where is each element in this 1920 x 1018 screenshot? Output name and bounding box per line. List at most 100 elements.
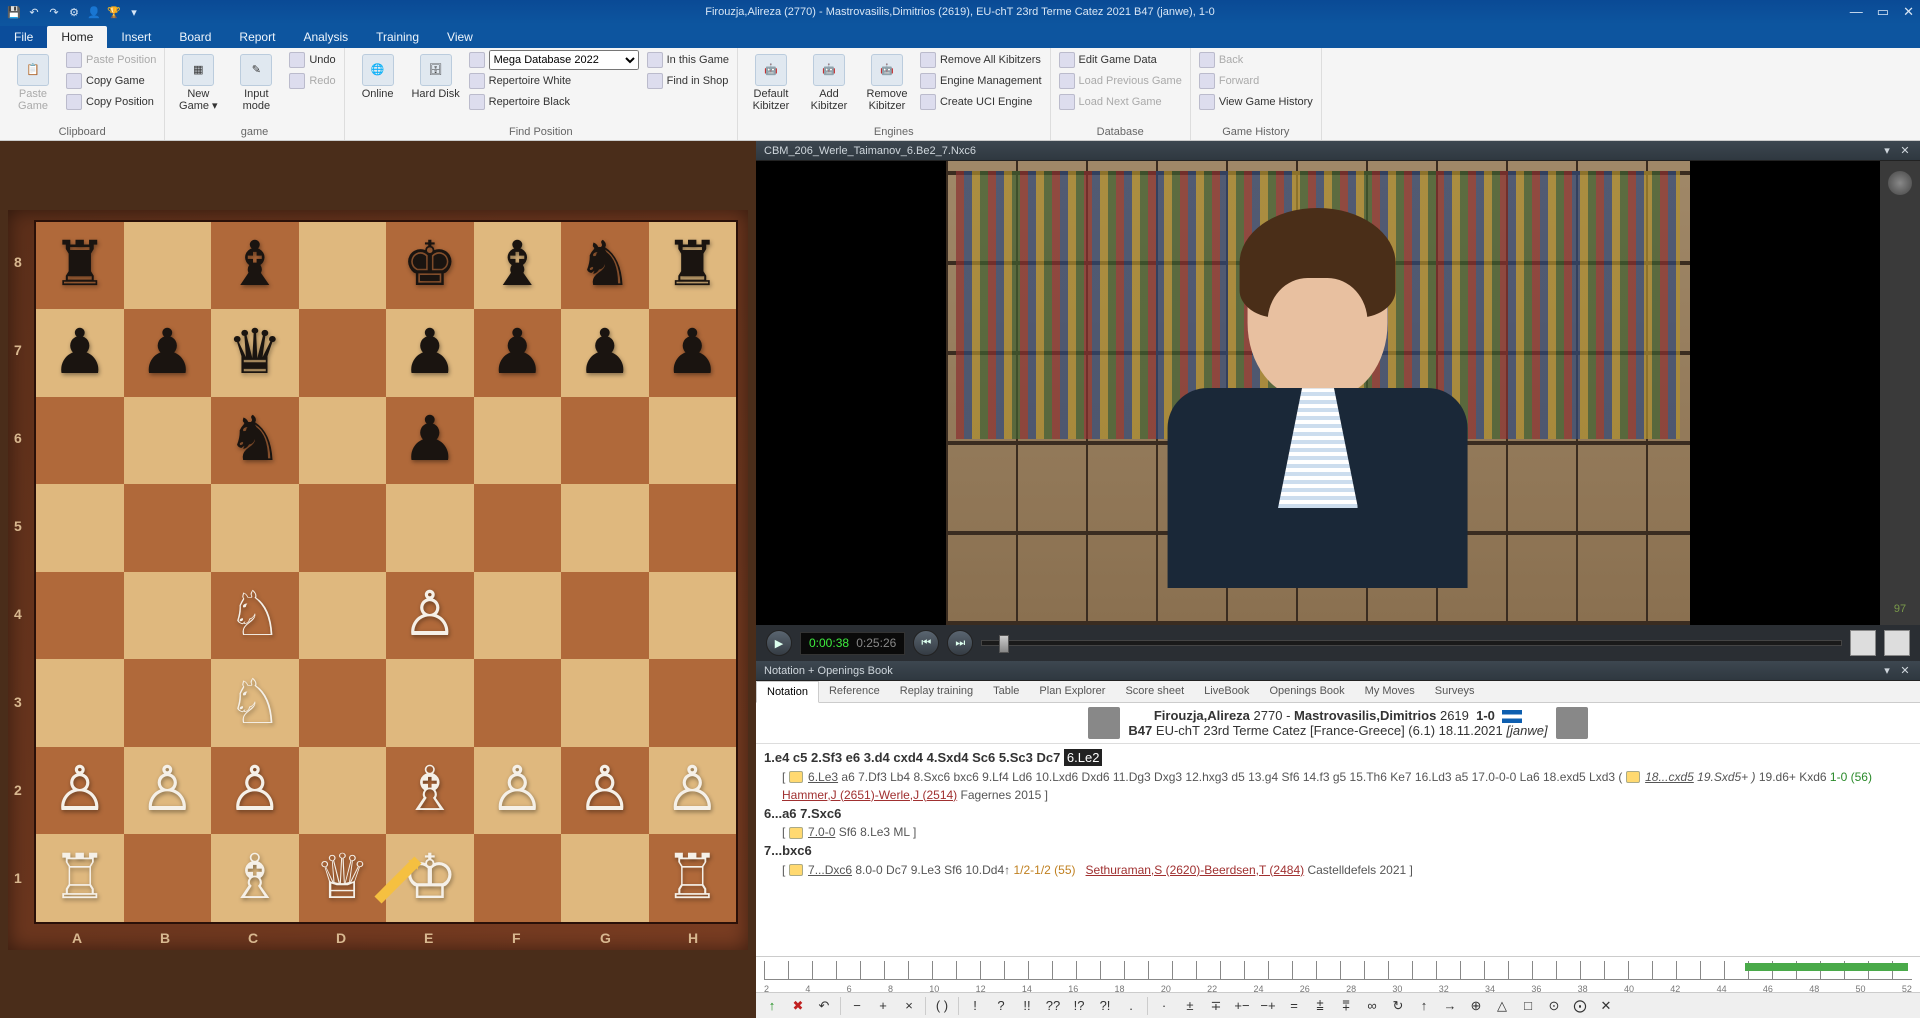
square-b5[interactable] <box>124 484 212 572</box>
in-this-game-button[interactable]: In this Game <box>645 50 731 70</box>
save-icon[interactable]: 💾 <box>6 4 22 20</box>
chessboard[interactable]: ♜♝♚♝♞♜♟♟♛♟♟♟♟♞♟♘♙♘♙♙♙♗♙♙♙♖♗♕♔♖ <box>34 220 738 924</box>
square-e3[interactable] <box>386 659 474 747</box>
sym-btn-22[interactable]: ∞ <box>1362 998 1382 1013</box>
load-previous-button[interactable]: Load Previous Game <box>1057 71 1184 91</box>
square-c5[interactable] <box>211 484 299 572</box>
square-d4[interactable] <box>299 572 387 660</box>
video-min-icon[interactable]: ▾ <box>1880 144 1894 157</box>
sym-btn-24[interactable]: ↑ <box>1414 998 1434 1013</box>
square-f5[interactable] <box>474 484 562 572</box>
square-b2[interactable]: ♙ <box>124 747 212 835</box>
notation-close-icon[interactable]: ✕ <box>1898 664 1912 677</box>
sym-btn-20[interactable]: ⩲ <box>1310 998 1330 1014</box>
repertoire-black-button[interactable]: Repertoire Black <box>467 92 641 112</box>
remove-all-kibitzers-button[interactable]: Remove All Kibitzers <box>918 50 1044 70</box>
square-g4[interactable] <box>561 572 649 660</box>
trophy-icon[interactable]: 🏆 <box>106 4 122 20</box>
sym-btn-5[interactable]: × <box>899 998 919 1013</box>
remove-kibitzer-button[interactable]: 🤖Remove Kibitzer <box>860 50 914 112</box>
square-c4[interactable]: ♘ <box>211 572 299 660</box>
ntab-openings[interactable]: Openings Book <box>1259 681 1354 702</box>
maximize-button[interactable]: ▭ <box>1877 4 1889 20</box>
load-next-button[interactable]: Load Next Game <box>1057 92 1184 112</box>
square-h8[interactable]: ♜ <box>649 222 737 310</box>
ntab-plan[interactable]: Plan Explorer <box>1029 681 1115 702</box>
sym-btn-31[interactable]: ✕ <box>1596 998 1616 1014</box>
database-dropdown[interactable]: Mega Database 2022 <box>489 50 639 70</box>
sym-btn-2[interactable]: ↶ <box>814 998 834 1014</box>
square-f1[interactable] <box>474 834 562 922</box>
forward-button[interactable]: Forward <box>1197 71 1315 91</box>
square-f6[interactable] <box>474 397 562 485</box>
close-button[interactable]: ✕ <box>1903 4 1914 20</box>
default-kibitzer-button[interactable]: 🤖Default Kibitzer <box>744 50 798 112</box>
redo-button[interactable]: Redo <box>287 71 337 91</box>
square-b6[interactable] <box>124 397 212 485</box>
square-d2[interactable] <box>299 747 387 835</box>
square-f2[interactable]: ♙ <box>474 747 562 835</box>
sym-btn-16[interactable]: ∓ <box>1206 998 1226 1014</box>
sym-btn-28[interactable]: □ <box>1518 998 1538 1013</box>
square-b3[interactable] <box>124 659 212 747</box>
minimize-button[interactable]: — <box>1850 4 1863 20</box>
sym-btn-26[interactable]: ⊕ <box>1466 998 1486 1014</box>
database-selector[interactable]: Mega Database 2022 <box>467 50 641 70</box>
square-h7[interactable]: ♟ <box>649 309 737 397</box>
var2a[interactable]: 7.0-0 <box>808 825 835 839</box>
undo-icon[interactable]: ↶ <box>26 4 42 20</box>
tab-board[interactable]: Board <box>165 26 225 48</box>
sym-btn-11[interactable]: !? <box>1069 998 1089 1013</box>
add-kibitzer-button[interactable]: 🤖Add Kibitzer <box>802 50 856 112</box>
var3a[interactable]: 7...Dxc6 <box>808 863 852 877</box>
qat-more-icon[interactable]: ▾ <box>126 4 142 20</box>
video-frame[interactable]: 97 <box>756 161 1920 625</box>
square-f4[interactable] <box>474 572 562 660</box>
square-a2[interactable]: ♙ <box>36 747 124 835</box>
video-opt1-button[interactable] <box>1850 630 1876 656</box>
square-g7[interactable]: ♟ <box>561 309 649 397</box>
redo-icon[interactable]: ↷ <box>46 4 62 20</box>
square-b7[interactable]: ♟ <box>124 309 212 397</box>
sym-btn-14[interactable]: · <box>1154 998 1174 1013</box>
square-g8[interactable]: ♞ <box>561 222 649 310</box>
square-f8[interactable]: ♝ <box>474 222 562 310</box>
var1-start[interactable]: 6.Le3 <box>808 770 838 784</box>
settings-icon[interactable]: ⚙ <box>66 4 82 20</box>
sym-btn-1[interactable]: ✖ <box>788 998 808 1014</box>
video-knob-icon[interactable] <box>1888 171 1912 195</box>
sym-btn-0[interactable]: ↑ <box>762 998 782 1013</box>
square-a6[interactable] <box>36 397 124 485</box>
square-e1[interactable]: ♔ <box>386 834 474 922</box>
sym-btn-17[interactable]: +− <box>1232 998 1252 1013</box>
find-in-shop-button[interactable]: Find in Shop <box>645 71 731 91</box>
square-c2[interactable]: ♙ <box>211 747 299 835</box>
square-c3[interactable]: ♘ <box>211 659 299 747</box>
var1b[interactable]: 18...cxd5 <box>1645 770 1694 784</box>
tab-training[interactable]: Training <box>362 26 433 48</box>
square-b8[interactable] <box>124 222 212 310</box>
sym-btn-27[interactable]: △ <box>1492 998 1512 1014</box>
square-c6[interactable]: ♞ <box>211 397 299 485</box>
square-c1[interactable]: ♗ <box>211 834 299 922</box>
square-g5[interactable] <box>561 484 649 572</box>
square-a4[interactable] <box>36 572 124 660</box>
tab-view[interactable]: View <box>433 26 487 48</box>
evaluation-bar[interactable]: 2468101214161820222426283032343638404244… <box>756 956 1920 992</box>
tab-report[interactable]: Report <box>225 26 289 48</box>
seek-thumb[interactable] <box>999 635 1009 653</box>
paste-game-button[interactable]: 📋Paste Game <box>6 50 60 112</box>
user-icon[interactable]: 👤 <box>86 4 102 20</box>
tab-home[interactable]: Home <box>47 26 107 48</box>
square-d1[interactable]: ♕ <box>299 834 387 922</box>
rewind-button[interactable]: ⏮ <box>913 630 939 656</box>
var3-game-link[interactable]: Sethuraman,S (2620)-Beerdsen,T (2484) <box>1086 863 1305 877</box>
square-g2[interactable]: ♙ <box>561 747 649 835</box>
video-opt2-button[interactable] <box>1884 630 1910 656</box>
ntab-table[interactable]: Table <box>983 681 1029 702</box>
sym-btn-3[interactable]: − <box>847 998 867 1013</box>
square-c8[interactable]: ♝ <box>211 222 299 310</box>
view-history-button[interactable]: View Game History <box>1197 92 1315 112</box>
ntab-mymoves[interactable]: My Moves <box>1355 681 1425 702</box>
sym-btn-30[interactable]: ⨀ <box>1570 998 1590 1014</box>
